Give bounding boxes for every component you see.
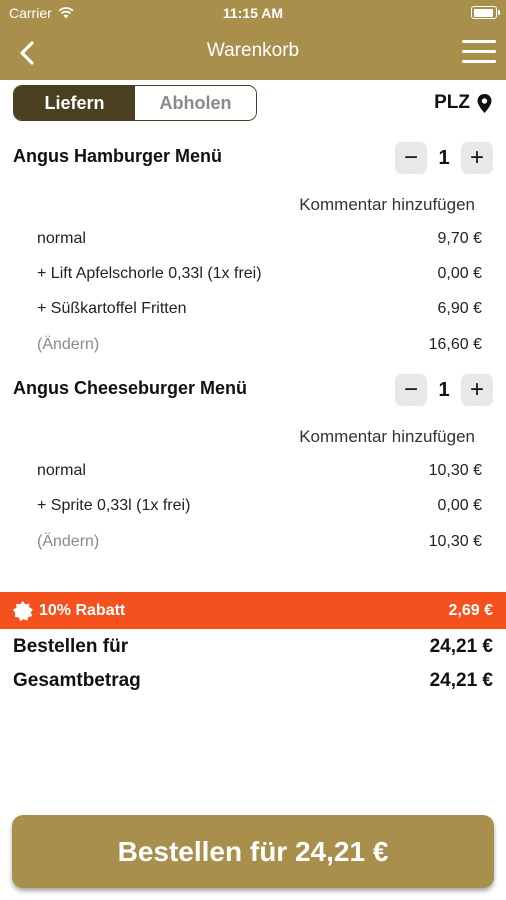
line-label: + Sprite 0,33l (1x frei) xyxy=(37,497,191,514)
battery-icon xyxy=(471,6,500,19)
line-label: normal xyxy=(37,230,86,247)
line-label: + Süßkartoffel Fritten xyxy=(37,300,187,317)
badge-icon xyxy=(13,600,33,621)
decrease-button[interactable]: − xyxy=(395,374,427,406)
status-bar: Carrier 11:15 AM xyxy=(0,0,506,26)
order-button[interactable]: Bestellen für 24,21 € xyxy=(12,815,494,888)
discount-bar: 10% Rabatt 2,69 € xyxy=(0,592,506,629)
add-comment-link[interactable]: Kommentar hinzufügen xyxy=(299,195,475,215)
delivery-mode-toggle: Liefern Abholen xyxy=(13,85,257,121)
line-price: 9,70 € xyxy=(437,230,482,247)
cart-item-subtotal: (Ändern) 16,60 € xyxy=(37,336,482,354)
line-price: 0,00 € xyxy=(437,265,482,282)
cart-item-line: + Süßkartoffel Fritten 6,90 € xyxy=(37,300,482,318)
cart-item-line: normal 9,70 € xyxy=(37,230,482,248)
order-for-value: 24,21 € xyxy=(429,636,493,657)
line-price: 6,90 € xyxy=(437,300,482,317)
increase-button[interactable]: + xyxy=(461,142,493,174)
header: Carrier 11:15 AM Warenkorb xyxy=(0,0,506,80)
order-for-row: Bestellen für 24,21 € xyxy=(13,636,493,658)
line-price: 0,00 € xyxy=(437,497,482,514)
quantity-value: 1 xyxy=(438,378,450,401)
item-subtotal: 16,60 € xyxy=(428,336,482,353)
cart-item-title: Angus Cheeseburger Menü xyxy=(13,378,248,398)
increase-button[interactable]: + xyxy=(461,374,493,406)
total-value: 24,21 € xyxy=(429,670,493,691)
cart-item-line: + Lift Apfelschorle 0,33l (1x frei) 0,00… xyxy=(37,265,482,283)
status-time: 11:15 AM xyxy=(222,5,284,21)
total-row: Gesamtbetrag 24,21 € xyxy=(13,670,493,692)
total-label: Gesamtbetrag xyxy=(13,670,141,691)
quantity-stepper: − 1 + xyxy=(395,374,493,406)
cart-item-line: + Sprite 0,33l (1x frei) 0,00 € xyxy=(37,497,482,515)
order-for-label: Bestellen für xyxy=(13,636,129,657)
quantity-value: 1 xyxy=(438,146,450,169)
change-item-link[interactable]: (Ändern) xyxy=(37,336,99,354)
line-label: normal xyxy=(37,462,86,479)
plz-label: PLZ xyxy=(434,92,470,113)
line-label: + Lift Apfelschorle 0,33l (1x frei) xyxy=(37,265,262,282)
cart-item-subtotal: (Ändern) 10,30 € xyxy=(37,533,482,551)
decrease-button[interactable]: − xyxy=(395,142,427,174)
page-title: Warenkorb xyxy=(206,40,300,61)
line-price: 10,30 € xyxy=(428,462,482,479)
cart-item-line: normal 10,30 € xyxy=(37,462,482,480)
item-subtotal: 10,30 € xyxy=(428,533,482,550)
location-pin-icon xyxy=(477,93,492,113)
tab-liefern[interactable]: Liefern xyxy=(14,86,135,120)
nav-bar: Warenkorb xyxy=(0,26,506,80)
add-comment-link[interactable]: Kommentar hinzufügen xyxy=(299,427,475,447)
plz-selector[interactable]: PLZ xyxy=(434,92,492,114)
cart-item-title: Angus Hamburger Menü xyxy=(13,146,223,166)
change-item-link[interactable]: (Ändern) xyxy=(37,533,99,551)
discount-amount: 2,69 € xyxy=(448,601,493,619)
tab-abholen[interactable]: Abholen xyxy=(135,86,256,120)
quantity-stepper: − 1 + xyxy=(395,142,493,174)
hamburger-menu-icon[interactable] xyxy=(462,39,496,65)
discount-label: 10% Rabatt xyxy=(39,601,126,619)
